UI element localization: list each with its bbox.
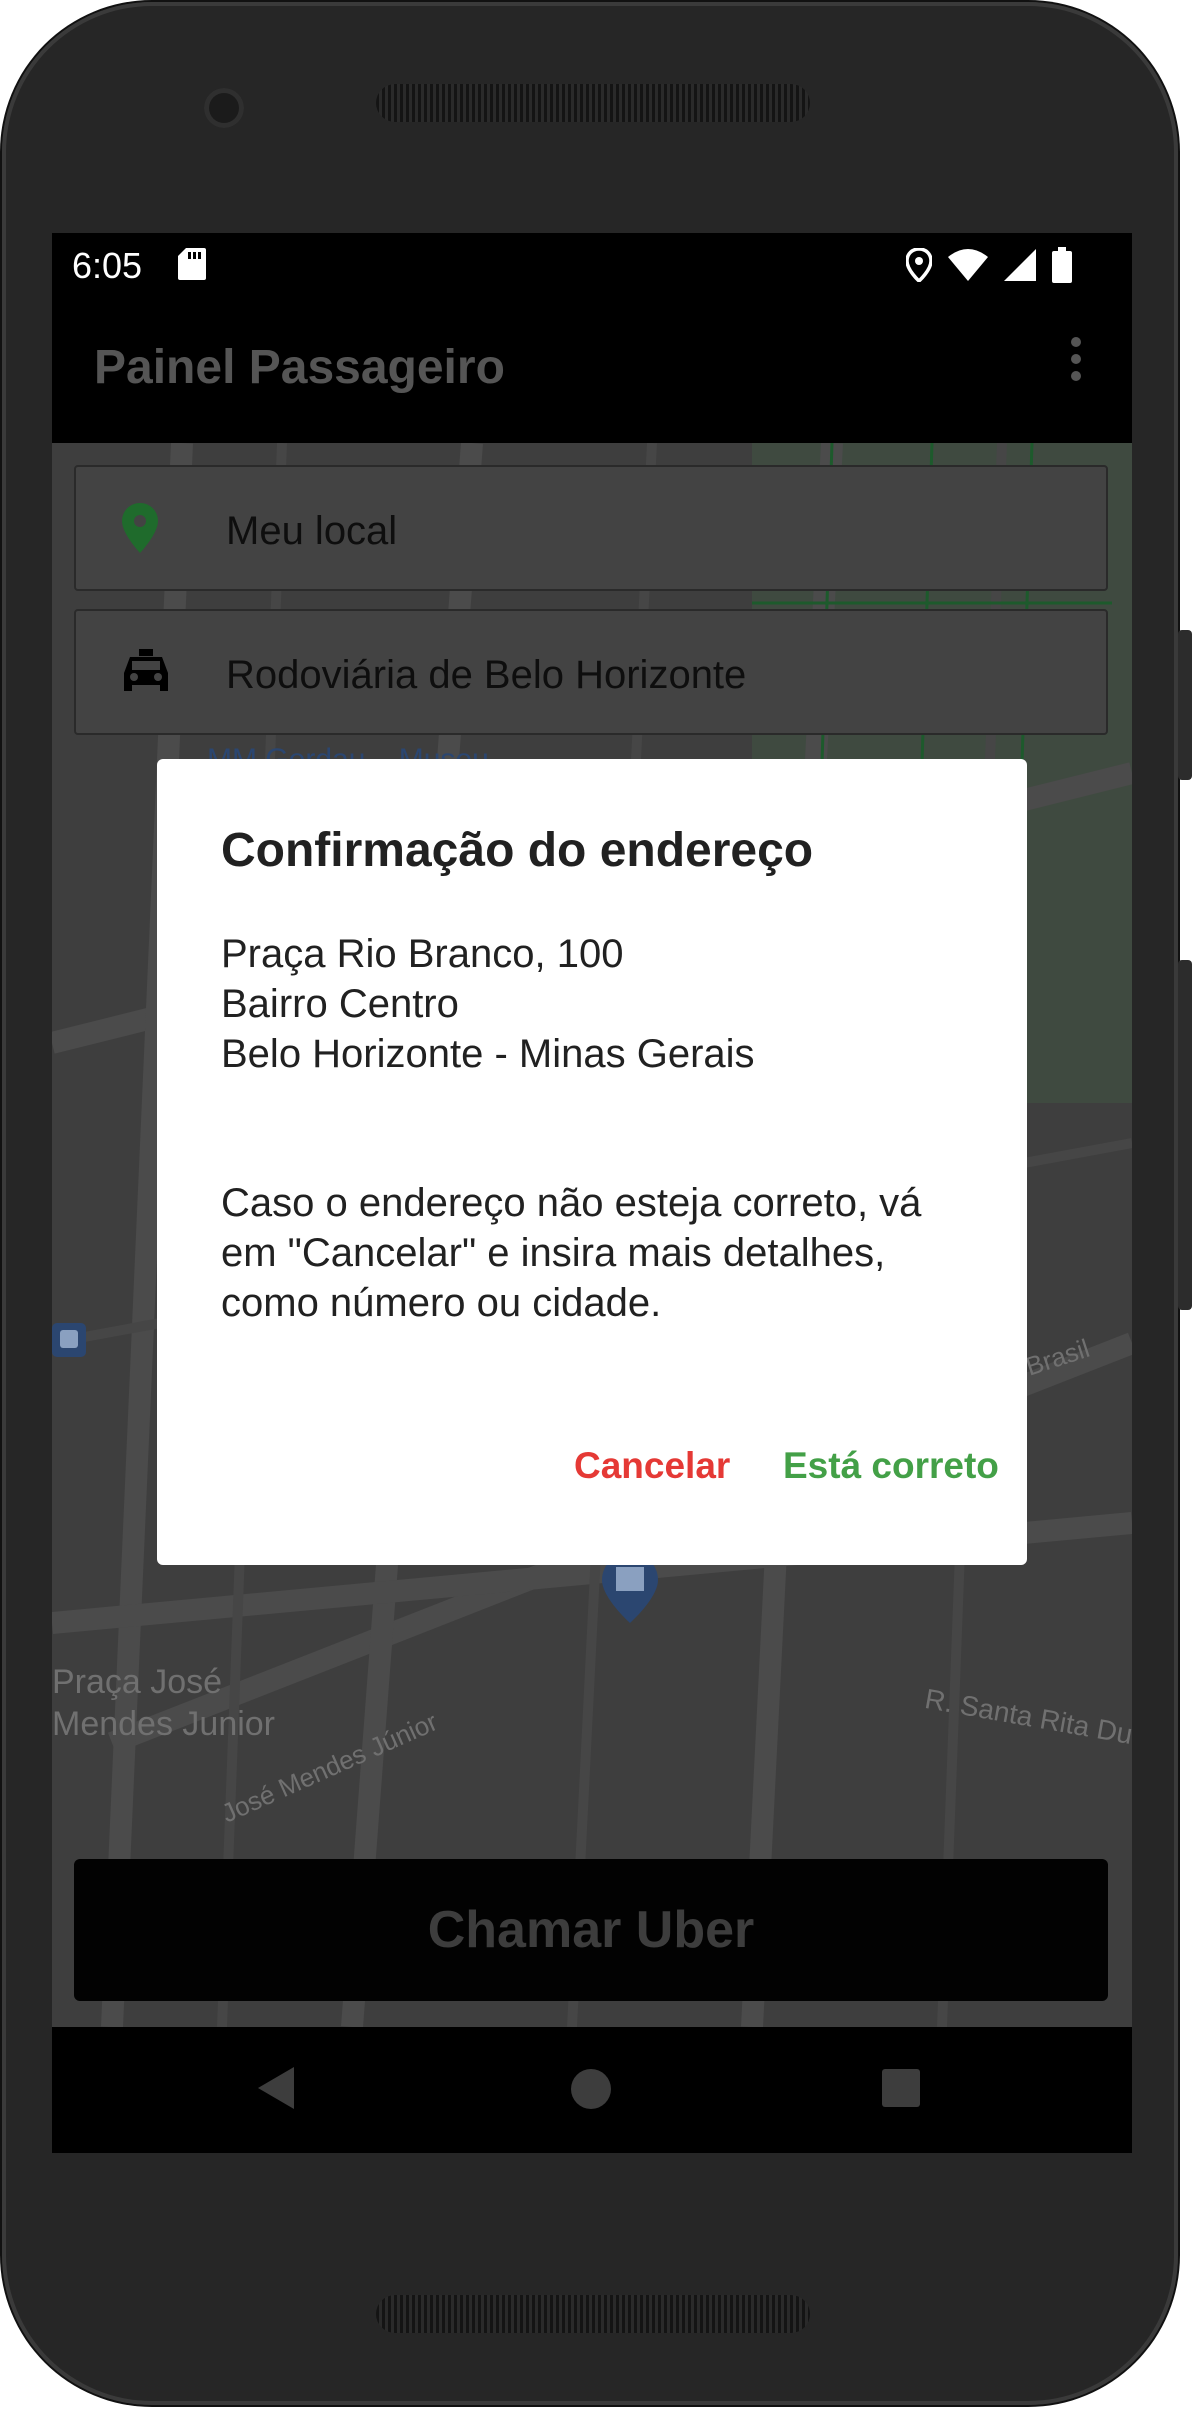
signal-icon <box>1004 249 1036 286</box>
map-label-praca: Praça José <box>52 1663 223 1701</box>
location-pin-icon <box>122 503 158 558</box>
front-camera <box>204 88 244 128</box>
recents-icon[interactable] <box>882 2069 920 2112</box>
destination-field[interactable]: Rodoviária de Belo Horizonte <box>74 609 1108 735</box>
confirm-button[interactable]: Está correto <box>783 1445 999 1487</box>
bottom-speaker <box>376 2295 810 2333</box>
address-line-1: Praça Rio Branco, 100 <box>221 932 624 976</box>
bus-stop-icon <box>52 1323 86 1362</box>
battery-icon <box>1052 247 1072 288</box>
status-time: 6:05 <box>72 245 143 286</box>
app-bar: Painel Passageiro <box>52 296 1132 443</box>
dialog-message: Caso o endereço não esteja correto, vá e… <box>221 1181 922 1325</box>
status-bar: 6:05 <box>52 233 1132 296</box>
call-uber-button[interactable]: Chamar Uber <box>74 1859 1108 2001</box>
home-icon[interactable] <box>571 2069 611 2114</box>
origin-field[interactable]: Meu local <box>74 465 1108 591</box>
address-confirmation-dialog: Confirmação do endereço Praça Rio Branco… <box>157 759 1027 1565</box>
volume-button <box>1178 960 1192 1310</box>
address-line-2: Bairro Centro <box>221 982 459 1026</box>
status-icons <box>905 247 1072 288</box>
origin-value: Meu local <box>226 509 398 553</box>
cancel-button[interactable]: Cancelar <box>574 1445 730 1487</box>
screen: 6:05 Painel Passageiro Praça José Mendes… <box>52 233 1132 2153</box>
taxi-icon <box>122 647 170 700</box>
destination-value: Rodoviária de Belo Horizonte <box>226 653 747 697</box>
dialog-address: Praça Rio Branco, 100 Bairro Centro Belo… <box>221 929 755 1079</box>
power-button <box>1178 630 1192 780</box>
back-icon[interactable] <box>258 2067 294 2114</box>
app-title: Painel Passageiro <box>94 341 505 394</box>
location-icon <box>905 247 933 287</box>
wifi-icon <box>948 249 988 286</box>
map-label-praca-2: Mendes Junior <box>52 1705 276 1743</box>
dialog-title: Confirmação do endereço <box>221 824 814 877</box>
navigation-bar <box>52 2027 1132 2153</box>
overflow-menu-icon[interactable] <box>1070 336 1082 387</box>
top-speaker <box>376 84 810 122</box>
sd-card-icon <box>178 248 206 285</box>
address-line-3: Belo Horizonte - Minas Gerais <box>221 1032 755 1076</box>
